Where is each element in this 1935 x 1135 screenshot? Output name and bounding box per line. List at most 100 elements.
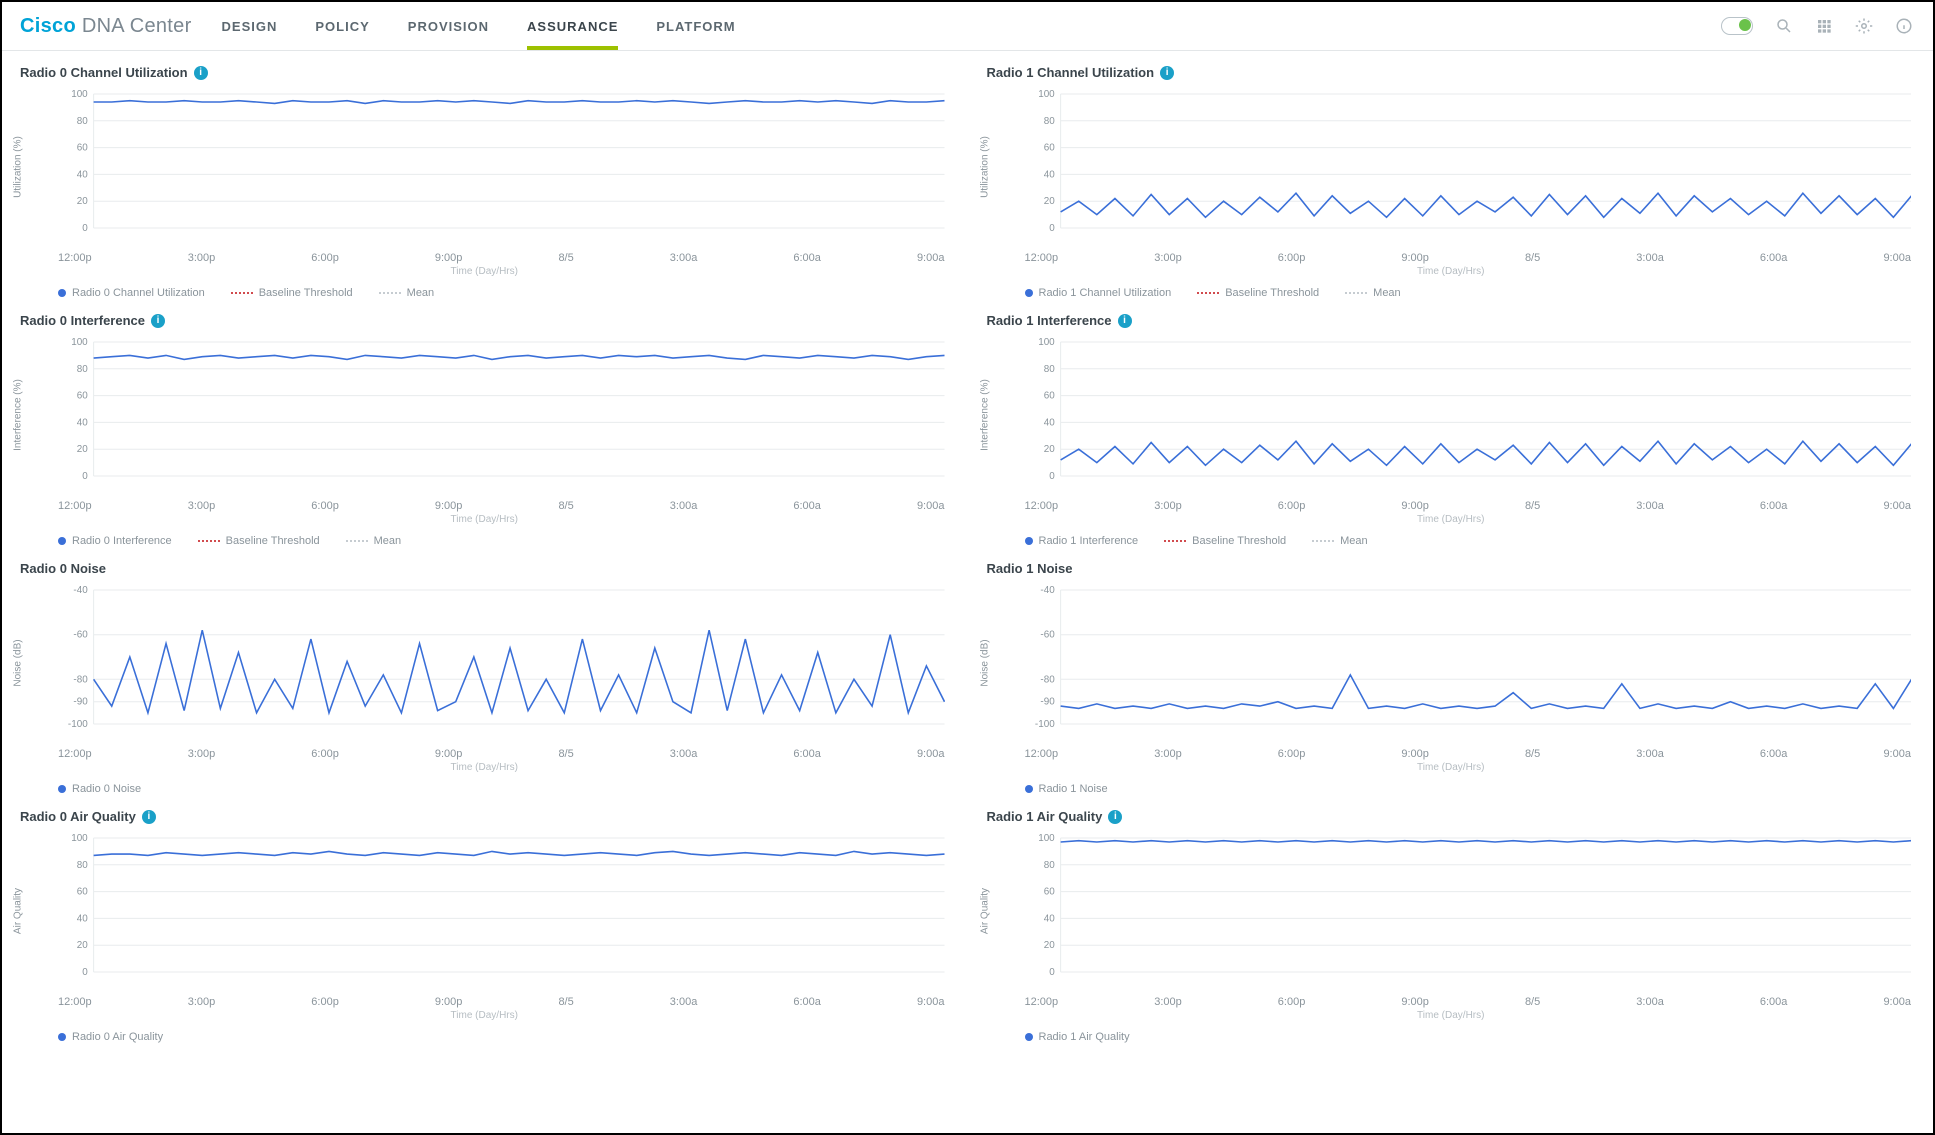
svg-text:0: 0: [1049, 223, 1055, 234]
panel-title: Radio 0 Air Quality: [16, 805, 953, 826]
x-tick: 6:00p: [1278, 252, 1306, 264]
svg-text:100: 100: [71, 89, 88, 100]
panel-title: Radio 1 Interference: [983, 309, 1920, 330]
chart[interactable]: Interference (%) 020406080100: [983, 336, 1920, 494]
svg-text:80: 80: [77, 364, 88, 375]
panel-r1-chan: Radio 1 Channel Utilization Utilization …: [983, 61, 1920, 303]
legend-series: Radio 1 Noise: [1025, 783, 1108, 795]
x-axis-label: Time (Day/Hrs): [16, 266, 953, 277]
help-icon[interactable]: [1895, 17, 1913, 35]
svg-text:60: 60: [1043, 143, 1054, 154]
panel-r0-intf: Radio 0 Interference Interference (%) 02…: [16, 309, 953, 551]
chart[interactable]: Air Quality 020406080100: [16, 832, 953, 990]
x-tick: 12:00p: [58, 748, 92, 760]
info-icon[interactable]: [1160, 66, 1174, 80]
x-tick: 12:00p: [58, 500, 92, 512]
svg-text:20: 20: [77, 444, 88, 455]
info-icon[interactable]: [1118, 314, 1132, 328]
search-icon[interactable]: [1775, 17, 1793, 35]
svg-text:40: 40: [77, 169, 88, 180]
x-tick: 3:00p: [1154, 748, 1182, 760]
x-tick: 12:00p: [58, 996, 92, 1008]
x-tick: 3:00p: [1154, 500, 1182, 512]
x-tick: 6:00a: [793, 748, 821, 760]
chart-svg: 020406080100: [58, 336, 945, 494]
x-tick: 8/5: [1525, 500, 1540, 512]
chart-svg: 020406080100: [1025, 88, 1912, 246]
legend-mean: Mean: [1345, 287, 1401, 299]
nav-platform[interactable]: PLATFORM: [656, 5, 735, 48]
x-axis-label: Time (Day/Hrs): [16, 514, 953, 525]
x-tick: 6:00p: [311, 748, 339, 760]
chart-series-line: [94, 630, 945, 713]
chart[interactable]: Interference (%) 020406080100: [16, 336, 953, 494]
x-axis-label: Time (Day/Hrs): [16, 762, 953, 773]
svg-text:80: 80: [1043, 860, 1054, 871]
info-icon[interactable]: [1108, 810, 1122, 824]
x-tick: 6:00a: [1760, 748, 1788, 760]
x-tick: 3:00a: [670, 996, 698, 1008]
health-toggle[interactable]: [1721, 17, 1753, 35]
chart[interactable]: Air Quality 020406080100: [983, 832, 1920, 990]
brand: Cisco DNA Center: [2, 15, 214, 38]
y-axis-label: Noise (dB): [13, 639, 24, 686]
x-tick: 9:00a: [917, 500, 945, 512]
y-axis-label: Noise (dB): [979, 639, 990, 686]
x-axis-label: Time (Day/Hrs): [983, 266, 1920, 277]
svg-text:60: 60: [77, 391, 88, 402]
x-tick: 6:00p: [311, 252, 339, 264]
svg-text:100: 100: [1038, 89, 1055, 100]
x-tick: 6:00p: [1278, 996, 1306, 1008]
x-ticks: 12:00p3:00p6:00p9:00p8/53:00a6:00a9:00a: [983, 496, 1920, 512]
chart[interactable]: Noise (dB) -100-90-80-60-40: [16, 584, 953, 742]
chart-svg: 020406080100: [1025, 336, 1912, 494]
svg-text:40: 40: [1043, 913, 1054, 924]
legend: Radio 0 Interference Baseline Threshold …: [16, 525, 953, 551]
nav-provision[interactable]: PROVISION: [408, 5, 489, 48]
svg-text:20: 20: [77, 196, 88, 207]
chart-svg: 020406080100: [1025, 832, 1912, 990]
x-tick: 9:00a: [1883, 500, 1911, 512]
x-tick: 9:00p: [1401, 996, 1429, 1008]
info-icon[interactable]: [151, 314, 165, 328]
legend: Radio 0 Air Quality: [16, 1021, 953, 1047]
chart[interactable]: Noise (dB) -100-90-80-60-40: [983, 584, 1920, 742]
panel-r0-noise: Radio 0 Noise Noise (dB) -100-90-80-60-4…: [16, 557, 953, 799]
nav-assurance[interactable]: ASSURANCE: [527, 5, 618, 48]
info-icon[interactable]: [194, 66, 208, 80]
chart[interactable]: Utilization (%) 020406080100: [983, 88, 1920, 246]
nav-design[interactable]: DESIGN: [222, 5, 278, 48]
svg-text:80: 80: [77, 860, 88, 871]
chart-series-line: [1060, 841, 1911, 842]
x-tick: 9:00p: [435, 252, 463, 264]
chart[interactable]: Utilization (%) 020406080100: [16, 88, 953, 246]
apps-grid-icon[interactable]: [1815, 17, 1833, 35]
x-tick: 3:00a: [1636, 996, 1664, 1008]
legend: Radio 1 Channel Utilization Baseline Thr…: [983, 277, 1920, 303]
x-tick: 9:00a: [1883, 996, 1911, 1008]
info-icon[interactable]: [142, 810, 156, 824]
legend-series: Radio 0 Air Quality: [58, 1031, 163, 1043]
x-ticks: 12:00p3:00p6:00p9:00p8/53:00a6:00a9:00a: [16, 992, 953, 1008]
panel-r0-airq: Radio 0 Air Quality Air Quality 02040608…: [16, 805, 953, 1047]
svg-text:0: 0: [1049, 471, 1055, 482]
panel-title: Radio 0 Channel Utilization: [16, 61, 953, 82]
nav-policy[interactable]: POLICY: [315, 5, 369, 48]
panel-r0-chan: Radio 0 Channel Utilization Utilization …: [16, 61, 953, 303]
legend-mean: Mean: [1312, 535, 1368, 547]
svg-text:0: 0: [82, 223, 88, 234]
svg-text:-40: -40: [73, 585, 88, 596]
legend-baseline: Baseline Threshold: [198, 535, 320, 547]
x-tick: 3:00p: [188, 252, 216, 264]
x-ticks: 12:00p3:00p6:00p9:00p8/53:00a6:00a9:00a: [16, 744, 953, 760]
panel-title: Radio 1 Channel Utilization: [983, 61, 1920, 82]
svg-text:20: 20: [1043, 196, 1054, 207]
x-tick: 6:00p: [1278, 500, 1306, 512]
brand-cisco: Cisco: [20, 15, 76, 37]
chart-series-line: [1060, 675, 1911, 709]
x-tick: 9:00p: [1401, 748, 1429, 760]
gear-icon[interactable]: [1855, 17, 1873, 35]
legend-series: Radio 1 Channel Utilization: [1025, 287, 1172, 299]
svg-text:0: 0: [1049, 967, 1055, 978]
svg-text:-80: -80: [1040, 674, 1055, 685]
